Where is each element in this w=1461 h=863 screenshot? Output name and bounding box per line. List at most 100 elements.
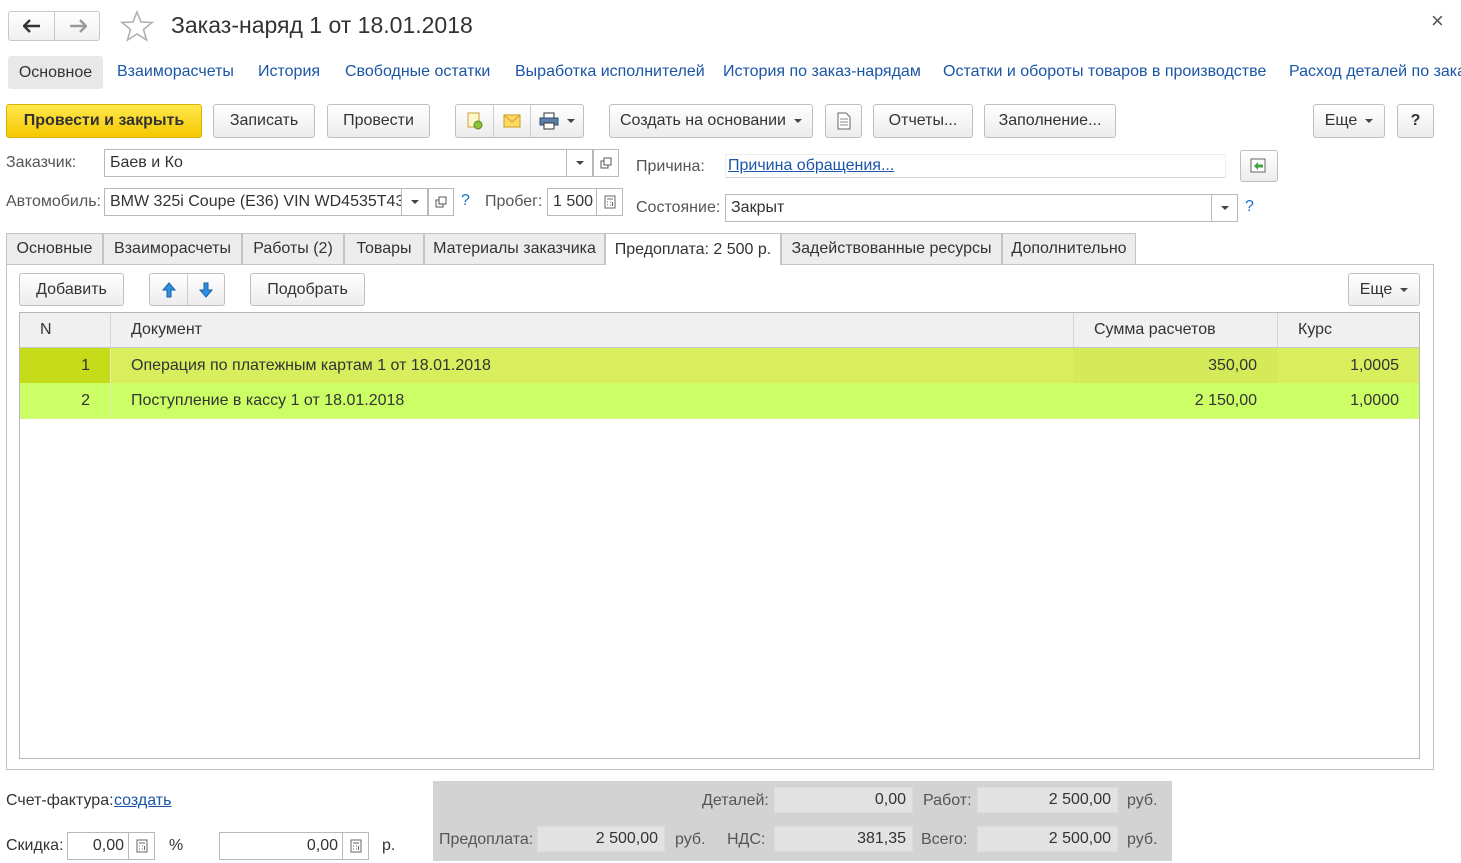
move-up-button[interactable] <box>150 274 188 305</box>
table-row[interactable]: 2 Поступление в кассу 1 от 18.01.2018 2 … <box>20 383 1419 419</box>
mileage-label: Пробег: <box>485 193 543 210</box>
move-down-button[interactable] <box>187 274 224 305</box>
move-buttons <box>149 273 225 306</box>
create-based-on-button[interactable]: Создать на основании <box>609 104 813 138</box>
related-documents-button[interactable] <box>825 104 862 138</box>
mileage-calculator-button[interactable] <box>597 188 623 216</box>
favorite-star-button[interactable] <box>119 9 155 42</box>
help-button[interactable]: ? <box>1397 104 1434 138</box>
rub-short-label: р. <box>382 837 396 854</box>
more-button[interactable]: Еще <box>1313 104 1385 138</box>
arrow-down-icon <box>198 282 213 298</box>
table-more-button[interactable]: Еще <box>1348 273 1420 306</box>
state-dropdown-button[interactable] <box>1212 194 1238 222</box>
row-number: 2 <box>81 392 90 409</box>
post-button[interactable]: Провести <box>327 104 430 138</box>
post-and-close-button[interactable]: Провести и закрыть <box>6 104 202 138</box>
details-label: Деталей: <box>702 792 769 809</box>
prepay-currency: руб. <box>675 831 706 848</box>
chevron-down-icon <box>1400 287 1409 292</box>
print-button[interactable] <box>530 105 584 137</box>
nav-link-performers-output[interactable]: Выработка исполнителей <box>515 63 705 81</box>
reason-select-button[interactable] <box>1240 150 1278 182</box>
tab-customer-materials[interactable]: Материалы заказчика <box>424 233 605 264</box>
select-from-list-icon <box>1250 158 1266 173</box>
works-total: 2 500,00 <box>977 787 1118 813</box>
nav-link-free-stock[interactable]: Свободные остатки <box>345 63 490 81</box>
discount-amount-calculator-button[interactable] <box>343 832 369 860</box>
state-field[interactable]: Закрыт <box>725 194 1212 222</box>
envelope-icon <box>503 114 520 128</box>
customer-label: Заказчик: <box>6 154 77 171</box>
window-title: Заказ-наряд 1 от 18.01.2018 <box>171 12 473 38</box>
nav-link-history[interactable]: История <box>258 63 320 81</box>
nav-link-order-history[interactable]: История по заказ-нарядам <box>723 63 921 81</box>
discount-calculator-button[interactable] <box>129 832 155 860</box>
chevron-down-icon <box>575 161 584 165</box>
row-rate: 1,0005 <box>1350 357 1399 374</box>
percent-sign: % <box>169 837 184 854</box>
nav-link-parts-consumption[interactable]: Расход деталей по зака <box>1289 63 1461 81</box>
tab-resources[interactable]: Задействованные ресурсы <box>781 233 1002 264</box>
pick-button[interactable]: Подобрать <box>250 273 365 306</box>
arrow-left-icon <box>22 19 40 33</box>
nav-tab-main[interactable]: Основное <box>8 56 103 89</box>
open-link-icon <box>435 196 447 208</box>
fill-button[interactable]: Заполнение... <box>984 104 1116 138</box>
nav-link-settlements[interactable]: Взаиморасчеты <box>117 63 234 81</box>
column-header-document[interactable]: Документ <box>131 321 202 339</box>
chevron-down-icon <box>567 119 575 123</box>
state-help-icon[interactable]: ? <box>1245 198 1254 216</box>
tab-additional[interactable]: Дополнительно <box>1002 233 1136 264</box>
chevron-down-icon <box>1365 119 1374 123</box>
nav-link-production-stock[interactable]: Остатки и обороты товаров в производстве <box>943 63 1266 81</box>
invoice-create-link[interactable]: создать <box>114 792 171 810</box>
column-header-rate[interactable]: Курс <box>1298 321 1332 339</box>
row-sum: 2 150,00 <box>1194 392 1257 409</box>
table-row[interactable]: 1 Операция по платежным картам 1 от 18.0… <box>20 348 1419 384</box>
document-icon <box>837 112 850 130</box>
row-document: Поступление в кассу 1 от 18.01.2018 <box>131 392 405 409</box>
column-divider <box>1073 313 1074 347</box>
reason-field[interactable]: Причина обращения... <box>725 154 1226 178</box>
grand-total: 2 500,00 <box>977 826 1118 852</box>
customer-dropdown-button[interactable] <box>567 149 593 177</box>
back-button[interactable] <box>9 12 55 40</box>
add-button[interactable]: Добавить <box>19 273 124 306</box>
car-field[interactable]: BMW 325i Coupe (E36) VIN WD4535T43 <box>104 188 402 216</box>
prepay-total: 2 500,00 <box>537 826 665 852</box>
total-label: Всего: <box>921 831 968 848</box>
mileage-field[interactable]: 1 500 <box>547 188 597 216</box>
details-total: 0,00 <box>774 787 913 813</box>
tab-goods[interactable]: Товары <box>344 233 424 264</box>
document-structure-button[interactable] <box>456 105 494 137</box>
column-header-n[interactable]: N <box>40 321 52 339</box>
discount-amount-field[interactable]: 0,00 <box>219 832 343 860</box>
customer-field[interactable]: Баев и Ко <box>104 149 567 177</box>
column-header-sum[interactable]: Сумма расчетов <box>1094 321 1216 339</box>
save-button[interactable]: Записать <box>213 104 315 138</box>
reports-button[interactable]: Отчеты... <box>873 104 973 138</box>
row-sum: 350,00 <box>1208 357 1257 374</box>
table-more-label: Еще <box>1359 280 1393 298</box>
forward-button[interactable] <box>55 12 100 40</box>
send-email-button[interactable] <box>493 105 531 137</box>
customer-open-button[interactable] <box>593 149 619 177</box>
reason-link[interactable]: Причина обращения... <box>728 157 894 175</box>
tab-main[interactable]: Основные <box>6 233 103 264</box>
tab-prepayment[interactable]: Предоплата: 2 500 р. <box>605 233 781 265</box>
tab-works[interactable]: Работы (2) <box>242 233 344 264</box>
car-dropdown-button[interactable] <box>402 188 428 216</box>
document-structure-icon <box>467 112 482 130</box>
car-help-icon[interactable]: ? <box>461 192 470 210</box>
chevron-down-icon <box>794 119 802 123</box>
car-open-button[interactable] <box>428 188 454 216</box>
tab-settlements[interactable]: Взаиморасчеты <box>103 233 242 264</box>
discount-label: Скидка: <box>6 837 64 854</box>
arrow-right-icon <box>69 19 87 33</box>
calculator-icon <box>604 195 615 209</box>
discount-percent-field[interactable]: 0,00 <box>67 832 129 860</box>
row-rate: 1,0000 <box>1350 392 1399 409</box>
nav-tab-main-label: Основное <box>18 63 93 81</box>
close-icon[interactable]: × <box>1431 8 1444 34</box>
